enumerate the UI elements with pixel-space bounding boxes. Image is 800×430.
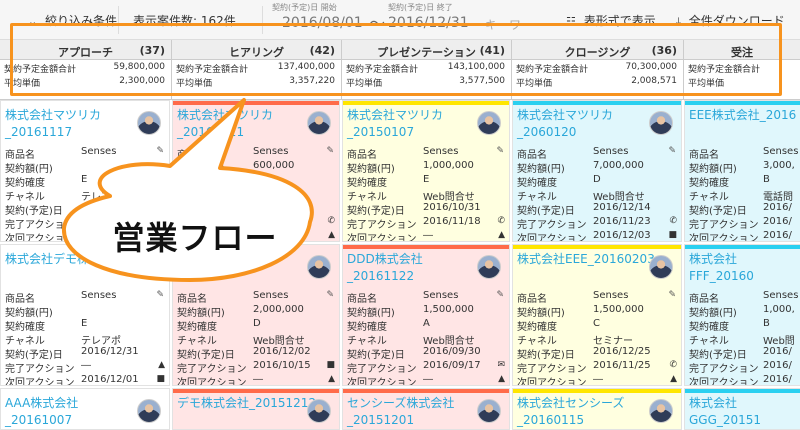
deal-card[interactable]: 株式会社マツリカ _2060120 ✎ 商品名 Senses 契約額(円) 7,000…: [512, 100, 682, 242]
deal-fields: 商品名 Senses 契約額(円) 1,000,000 契約確度 E チャネル Web問…: [347, 146, 505, 242]
deal-title[interactable]: 株式会社EEE_20160203: [517, 251, 655, 268]
avatar: [307, 399, 331, 423]
deal-fields: 商品名 Senses 契約額(円) 2,000,000 契約確度 D チャネル Web問…: [177, 290, 335, 386]
callout-text: 営業フロー: [112, 219, 278, 257]
briefcase-icon: ■: [668, 230, 677, 240]
deal-title[interactable]: EEE株式会社_2016: [689, 107, 796, 124]
avatar: [477, 255, 501, 279]
deal-card[interactable]: 株式会社FFF_20160 商品名 Senses 契約額(円) 1,000, 契約確…: [684, 244, 800, 386]
phone-icon: ✆: [669, 360, 677, 370]
deal-title[interactable]: 株式会社センシーズ _20160115: [517, 395, 624, 429]
deal-title[interactable]: 株式会社マツリカ _20161117: [5, 107, 101, 141]
warning-icon: ▲: [328, 374, 335, 384]
warning-icon: ▲: [498, 230, 505, 240]
start-date-label: 契約(予定)日 開始: [272, 3, 337, 12]
stage-color-band: [685, 389, 800, 393]
stage-color-band: [685, 245, 800, 249]
deal-card[interactable]: 株式会社デモ株式会社 ✎ 商品名 Senses 契約額(円) 契約確度 E チャネル…: [0, 244, 170, 386]
stage-color-band: [173, 101, 339, 105]
end-date-label: 契約(予定)日 終了: [388, 3, 453, 12]
deal-title[interactable]: センシーズ株式会社 _20151201: [347, 395, 454, 429]
highlight-frame: [10, 23, 782, 96]
deal-card[interactable]: 株式会社センシーズ _20160115: [512, 388, 682, 430]
stage-color-band: [343, 389, 509, 393]
avatar: [137, 111, 161, 135]
warning-icon: ▲: [670, 374, 677, 384]
deal-fields: 商品名 Senses 契約額(円) 1,500,000 契約確度 C チャネル セミナー…: [517, 290, 677, 386]
stage-color-band: [173, 389, 339, 393]
deal-card[interactable]: EEE株式会社_2016 商品名 Senses 契約額(円) 3,000, 契約確度…: [684, 100, 800, 242]
briefcase-icon: ■: [156, 374, 165, 384]
deal-title[interactable]: DDD株式会社 _20161122: [347, 251, 423, 285]
app-root: ⌄ 絞り込み条件 表示案件数: 162件 契約(予定)日 開始 2016/08/…: [0, 0, 800, 430]
phone-icon: ✆: [669, 216, 677, 226]
deal-fields: 商品名 Senses 契約額(円) 1,500,000 契約確度 A チャネル Web問…: [347, 290, 505, 386]
avatar: [137, 399, 161, 423]
deal-card[interactable]: デモ株式会社_20151212: [172, 388, 340, 430]
deal-card[interactable]: 株式会社EEE_20160203 ✎ 商品名 Senses 契約額(円) 1,500…: [512, 244, 682, 386]
warning-icon: ▲: [328, 230, 335, 240]
avatar: [307, 255, 331, 279]
avatar: [307, 111, 331, 135]
stage-color-band: [513, 389, 681, 393]
warning-icon: ▲: [158, 360, 165, 370]
deal-fields: 商品名 Senses 契約額(円) 3,000, 契約確度 B チャネル 電話問 契約(…: [689, 146, 799, 242]
deal-title[interactable]: 株式会社GGG_20151: [689, 395, 800, 429]
deal-card[interactable]: センシーズ株式会社 _20151201: [342, 388, 510, 430]
stage-color-band: [513, 101, 681, 105]
stage-color-band: [343, 245, 509, 249]
avatar: [649, 111, 673, 135]
stage-color-band: [685, 101, 800, 105]
deal-card[interactable]: AAA株式会社 _20161007: [0, 388, 170, 430]
mail-icon: ✉: [497, 360, 505, 370]
deal-fields: 商品名 Senses 契約額(円) 1,000, 契約確度 B チャネル Web問 契約…: [689, 290, 799, 386]
deal-card[interactable]: 株式会社GGG_20151: [684, 388, 800, 430]
deal-card[interactable]: 株式会社マツリカ _20150107 ✎ 商品名 Senses 契約額(円) 1,00…: [342, 100, 510, 242]
briefcase-icon: ■: [326, 360, 335, 370]
phone-icon: ✆: [327, 216, 335, 226]
avatar: [649, 399, 673, 423]
avatar: [477, 111, 501, 135]
deal-fields: 商品名 Senses 契約額(円) 契約確度 E チャネル テレアポ 契約(予定)日 2…: [5, 290, 165, 386]
deal-title[interactable]: AAA株式会社 _20161007: [5, 395, 78, 429]
avatar: [649, 255, 673, 279]
warning-icon: ▲: [498, 374, 505, 384]
phone-icon: ✆: [497, 216, 505, 226]
deal-title[interactable]: 株式会社マツリカ _20150107: [347, 107, 443, 141]
deal-card[interactable]: DDD株式会社 _20161122 ✎ 商品名 Senses 契約額(円) 1,500…: [342, 244, 510, 386]
stage-color-band: [343, 101, 509, 105]
deal-title[interactable]: 株式会社FFF_20160: [689, 251, 800, 285]
avatar: [477, 399, 501, 423]
stage-color-band: [513, 245, 681, 249]
deal-title[interactable]: 株式会社マツリカ _20160121: [177, 107, 273, 141]
deal-title[interactable]: デモ株式会社_20151212: [177, 395, 316, 412]
deal-card[interactable]: ✎ 商品名 Senses 契約額(円) 2,000,000 契約確度 D チャネル We…: [172, 244, 340, 386]
deal-title[interactable]: 株式会社マツリカ _2060120: [517, 107, 613, 141]
deal-fields: 商品名 Senses 契約額(円) 7,000,000 契約確度 D チャネル Web問…: [517, 146, 677, 242]
